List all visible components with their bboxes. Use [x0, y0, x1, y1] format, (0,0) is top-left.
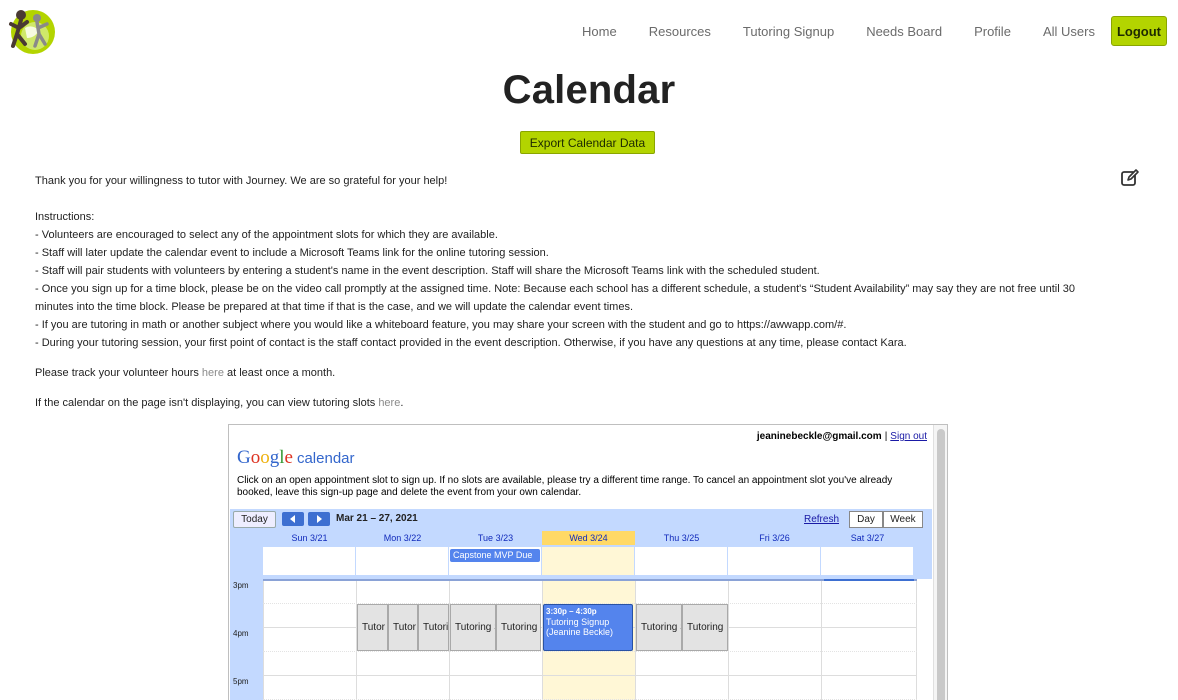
gcal-day-label: Sun 3/21 [291, 533, 328, 543]
gcal-day-label: Sat 3/27 [850, 533, 885, 543]
instruction-item: - Staff will later update the calendar e… [35, 247, 549, 259]
gcal-day-label: Tue 3/23 [477, 533, 514, 543]
gcal-date-range: Mar 21 – 27, 2021 [336, 513, 418, 524]
gcal-time-label: 4pm [233, 629, 249, 638]
nav-resources-link[interactable]: Resources [649, 24, 711, 39]
calendar-link[interactable]: here [378, 397, 400, 409]
hours-suffix: at least once a month. [223, 367, 336, 379]
gcal-open-slot[interactable]: Tutoring S [636, 604, 682, 651]
instructions-heading: Instructions: [35, 211, 95, 223]
instruction-item: - Staff will pair students with voluntee… [35, 265, 820, 277]
journey-logo[interactable] [7, 6, 57, 56]
gcal-toolbar: Today Mar 21 – 27, 2021 Refresh Day Week [230, 509, 932, 531]
nav-profile-link[interactable]: Profile [974, 24, 1011, 39]
gcal-scrollbar[interactable] [933, 425, 947, 700]
gcal-allday-cell[interactable] [728, 547, 820, 575]
gcal-day-column[interactable] [728, 579, 821, 700]
page-title: Calendar [502, 68, 676, 112]
logo-letter: G [237, 447, 251, 468]
gcal-user-email: jeaninebeckle@gmail.com [756, 431, 882, 442]
gcal-week-view-button[interactable]: Week [883, 511, 923, 528]
navbar: Home Resources Tutoring Signup Needs Boa… [0, 0, 1178, 64]
instruction-item: - During your tutoring session, your fir… [35, 337, 907, 349]
gcal-sign-out-link[interactable]: Sign out [890, 431, 927, 442]
gcal-allday-cell[interactable] [542, 547, 634, 575]
nav-links: Home Resources Tutoring Signup Needs Boa… [582, 16, 1167, 46]
gcal-allday-cell[interactable] [821, 547, 913, 575]
gcal-user-bar: jeaninebeckle@gmail.com | Sign out [757, 431, 927, 442]
nav-needs-board-link[interactable]: Needs Board [866, 24, 942, 39]
instruction-item: - If you are tutoring in math or another… [35, 319, 847, 331]
logo-letter: e [284, 447, 293, 468]
instructions-content: Thank you for your willingness to tutor … [35, 172, 1115, 412]
gcal-time-label: 3pm [233, 581, 249, 590]
gcal-open-slot[interactable]: Tutoring [682, 604, 728, 651]
gcal-open-slot[interactable]: Tutoring S [450, 604, 496, 651]
gcal-allday-cell[interactable] [356, 547, 448, 575]
gcal-day-label: Fri 3/26 [759, 533, 790, 543]
gcal-day-header: Sun 3/21 Mon 3/22 Tue 3/23 Wed 3/24 Thu … [230, 531, 932, 579]
hours-text: Please track your volunteer hours here a… [35, 364, 1115, 382]
prev-week-icon[interactable] [282, 512, 304, 526]
gcal-booked-title: Tutoring Signup (Jeanine Beckle) [546, 617, 614, 637]
edit-icon[interactable] [1120, 168, 1140, 188]
hours-prefix: Please track your volunteer hours [35, 367, 202, 379]
calendar-suffix: . [400, 397, 404, 409]
nav-all-users-link[interactable]: All Users [1043, 24, 1095, 39]
gcal-allday-event[interactable]: Capstone MVP Due [450, 549, 540, 562]
thanks-text: Thank you for your willingness to tutor … [35, 175, 448, 187]
logo-letter: o [250, 447, 261, 468]
gcal-day-label: Thu 3/25 [663, 533, 700, 543]
gcal-sat-event-edge [824, 579, 914, 581]
instruction-item: - Volunteers are encouraged to select an… [35, 229, 498, 241]
gcal-hour-line [263, 579, 917, 581]
instruction-item: - Once you sign up for a time block, ple… [35, 283, 1075, 313]
logo-word: calendar [296, 450, 355, 467]
logo-letter: o [260, 447, 270, 468]
gcal-allday-cell[interactable] [263, 547, 355, 575]
hours-link[interactable]: here [202, 367, 224, 379]
google-calendar-logo: Google calendar [237, 447, 355, 469]
gcal-booked-time: 3:30p – 4:30p [546, 607, 597, 616]
gcal-refresh-link[interactable]: Refresh [804, 514, 839, 525]
gcal-instructions: Click on an open appointment slot to sig… [237, 475, 893, 498]
export-calendar-button[interactable]: Export Calendar Data [520, 131, 655, 154]
gcal-allday-cell[interactable] [635, 547, 727, 575]
logo-letter: g [269, 447, 280, 468]
gcal-open-slot[interactable]: Tutor [388, 604, 418, 651]
gcal-open-slot[interactable]: Tutor [357, 604, 388, 651]
google-calendar-embed[interactable]: jeaninebeckle@gmail.com | Sign out Google c… [228, 424, 948, 700]
gcal-booked-slot[interactable]: 3:30p – 4:30p Tutoring Signup (Jeanine B… [543, 604, 633, 651]
gcal-day-label: Mon 3/22 [383, 533, 422, 543]
gcal-day-view-button[interactable]: Day [849, 511, 883, 528]
calendar-fallback-text: If the calendar on the page isn't displa… [35, 394, 1115, 412]
gcal-hour-line [263, 675, 917, 676]
gcal-open-slot[interactable]: Tutorir [418, 604, 449, 651]
calendar-prefix: If the calendar on the page isn't displa… [35, 397, 379, 409]
logout-button[interactable]: Logout [1110, 16, 1167, 46]
gcal-day-label-today: Wed 3/24 [542, 531, 635, 545]
gcal-scrollbar-thumb[interactable] [937, 429, 945, 700]
gcal-half-hour-line [263, 651, 917, 652]
nav-home-link[interactable]: Home [582, 24, 617, 39]
gcal-time-column: 3pm 4pm 5pm [230, 579, 263, 700]
next-week-icon[interactable] [308, 512, 330, 526]
gcal-open-slot[interactable]: Tutoring [496, 604, 541, 651]
gcal-time-label: 5pm [233, 677, 249, 686]
gcal-separator: | [884, 431, 888, 442]
gcal-day-column[interactable] [821, 579, 917, 700]
nav-tutoring-signup-link[interactable]: Tutoring Signup [743, 24, 834, 39]
gcal-time-grid: 3pm 4pm 5pm Tutor Tutor Tutorir Tutoring… [230, 579, 932, 700]
gcal-day-column[interactable] [263, 579, 356, 700]
gcal-today-button[interactable]: Today [233, 511, 276, 528]
